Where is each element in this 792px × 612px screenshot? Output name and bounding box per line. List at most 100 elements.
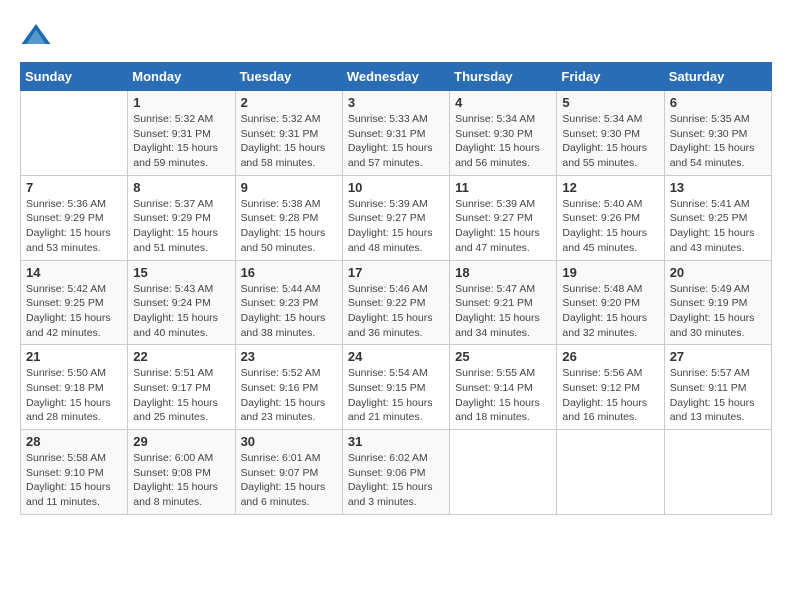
day-cell: 4Sunrise: 5:34 AM Sunset: 9:30 PM Daylig… xyxy=(450,91,557,176)
day-number: 12 xyxy=(562,180,658,195)
day-number: 23 xyxy=(241,349,337,364)
day-number: 5 xyxy=(562,95,658,110)
day-number: 14 xyxy=(26,265,122,280)
day-cell: 25 Sunrise: 5:55 AM Sunset: 9:14 PM Dayli… xyxy=(450,345,557,430)
day-cell: 28 Sunrise: 5:58 AM Sunset: 9:10 PM Dayli… xyxy=(21,430,128,515)
header-row: SundayMondayTuesdayWednesdayThursdayFrid… xyxy=(21,63,772,91)
day-info: Sunrise: 5:39 AM Sunset: 9:27 PM Dayligh… xyxy=(348,197,444,256)
day-cell: 30 Sunrise: 6:01 AM Sunset: 9:07 PM Dayli… xyxy=(235,430,342,515)
day-info: Sunrise: 5:34 AM Sunset: 9:30 PM Dayligh… xyxy=(562,112,658,171)
day-cell: 6 Sunrise: 5:35 AM Sunset: 9:30 PM Daylig… xyxy=(664,91,771,176)
header-cell-tuesday: Tuesday xyxy=(235,63,342,91)
day-info: Sunrise: 5:52 AM Sunset: 9:16 PM Dayligh… xyxy=(241,366,337,425)
day-cell: 13 Sunrise: 5:41 AM Sunset: 9:25 PM Dayli… xyxy=(664,175,771,260)
week-row-2: 14 Sunrise: 5:42 AM Sunset: 9:25 PM Dayli… xyxy=(21,260,772,345)
day-cell: 17 Sunrise: 5:46 AM Sunset: 9:22 PM Dayli… xyxy=(342,260,449,345)
day-number: 26 xyxy=(562,349,658,364)
week-row-1: 7 Sunrise: 5:36 AM Sunset: 9:29 PM Daylig… xyxy=(21,175,772,260)
day-cell: 24 Sunrise: 5:54 AM Sunset: 9:15 PM Dayli… xyxy=(342,345,449,430)
day-number: 2 xyxy=(241,95,337,110)
day-info: Sunrise: 6:02 AM Sunset: 9:06 PM Dayligh… xyxy=(348,451,444,510)
day-cell: 22Sunrise: 5:51 AM Sunset: 9:17 PM Dayli… xyxy=(128,345,235,430)
day-cell: 23 Sunrise: 5:52 AM Sunset: 9:16 PM Dayli… xyxy=(235,345,342,430)
header-cell-friday: Friday xyxy=(557,63,664,91)
day-info: Sunrise: 5:41 AM Sunset: 9:25 PM Dayligh… xyxy=(670,197,766,256)
calendar-header: SundayMondayTuesdayWednesdayThursdayFrid… xyxy=(21,63,772,91)
day-info: Sunrise: 5:46 AM Sunset: 9:22 PM Dayligh… xyxy=(348,282,444,341)
day-cell: 5 Sunrise: 5:34 AM Sunset: 9:30 PM Daylig… xyxy=(557,91,664,176)
header-cell-monday: Monday xyxy=(128,63,235,91)
day-info: Sunrise: 5:33 AM Sunset: 9:31 PM Dayligh… xyxy=(348,112,444,171)
day-info: Sunrise: 5:49 AM Sunset: 9:19 PM Dayligh… xyxy=(670,282,766,341)
day-cell: 18 Sunrise: 5:47 AM Sunset: 9:21 PM Dayli… xyxy=(450,260,557,345)
day-cell: 21 Sunrise: 5:50 AM Sunset: 9:18 PM Dayli… xyxy=(21,345,128,430)
day-info: Sunrise: 5:32 AM Sunset: 9:31 PM Dayligh… xyxy=(133,112,229,171)
day-info: Sunrise: 5:55 AM Sunset: 9:14 PM Dayligh… xyxy=(455,366,551,425)
header-cell-sunday: Sunday xyxy=(21,63,128,91)
day-number: 25 xyxy=(455,349,551,364)
day-info: Sunrise: 5:42 AM Sunset: 9:25 PM Dayligh… xyxy=(26,282,122,341)
day-info: Sunrise: 5:57 AM Sunset: 9:11 PM Dayligh… xyxy=(670,366,766,425)
day-number: 21 xyxy=(26,349,122,364)
day-cell xyxy=(557,430,664,515)
day-info: Sunrise: 6:01 AM Sunset: 9:07 PM Dayligh… xyxy=(241,451,337,510)
day-info: Sunrise: 5:38 AM Sunset: 9:28 PM Dayligh… xyxy=(241,197,337,256)
day-info: Sunrise: 5:44 AM Sunset: 9:23 PM Dayligh… xyxy=(241,282,337,341)
day-number: 29 xyxy=(133,434,229,449)
day-cell: 1Sunrise: 5:32 AM Sunset: 9:31 PM Daylig… xyxy=(128,91,235,176)
header-cell-wednesday: Wednesday xyxy=(342,63,449,91)
day-number: 16 xyxy=(241,265,337,280)
calendar-table: SundayMondayTuesdayWednesdayThursdayFrid… xyxy=(20,62,772,515)
header-cell-saturday: Saturday xyxy=(664,63,771,91)
day-number: 31 xyxy=(348,434,444,449)
day-number: 7 xyxy=(26,180,122,195)
logo xyxy=(20,20,56,52)
day-cell: 27 Sunrise: 5:57 AM Sunset: 9:11 PM Dayli… xyxy=(664,345,771,430)
day-number: 13 xyxy=(670,180,766,195)
day-number: 28 xyxy=(26,434,122,449)
day-number: 24 xyxy=(348,349,444,364)
day-number: 6 xyxy=(670,95,766,110)
day-number: 18 xyxy=(455,265,551,280)
day-info: Sunrise: 5:36 AM Sunset: 9:29 PM Dayligh… xyxy=(26,197,122,256)
day-info: Sunrise: 5:50 AM Sunset: 9:18 PM Dayligh… xyxy=(26,366,122,425)
day-info: Sunrise: 5:37 AM Sunset: 9:29 PM Dayligh… xyxy=(133,197,229,256)
day-number: 17 xyxy=(348,265,444,280)
day-cell: 20Sunrise: 5:49 AM Sunset: 9:19 PM Dayli… xyxy=(664,260,771,345)
day-cell: 15 Sunrise: 5:43 AM Sunset: 9:24 PM Dayli… xyxy=(128,260,235,345)
calendar-body: 1Sunrise: 5:32 AM Sunset: 9:31 PM Daylig… xyxy=(21,91,772,515)
day-number: 30 xyxy=(241,434,337,449)
day-number: 22 xyxy=(133,349,229,364)
day-number: 15 xyxy=(133,265,229,280)
day-info: Sunrise: 5:56 AM Sunset: 9:12 PM Dayligh… xyxy=(562,366,658,425)
day-number: 11 xyxy=(455,180,551,195)
day-info: Sunrise: 6:00 AM Sunset: 9:08 PM Dayligh… xyxy=(133,451,229,510)
day-info: Sunrise: 5:48 AM Sunset: 9:20 PM Dayligh… xyxy=(562,282,658,341)
day-info: Sunrise: 5:32 AM Sunset: 9:31 PM Dayligh… xyxy=(241,112,337,171)
day-info: Sunrise: 5:40 AM Sunset: 9:26 PM Dayligh… xyxy=(562,197,658,256)
day-number: 19 xyxy=(562,265,658,280)
week-row-3: 21 Sunrise: 5:50 AM Sunset: 9:18 PM Dayli… xyxy=(21,345,772,430)
day-info: Sunrise: 5:54 AM Sunset: 9:15 PM Dayligh… xyxy=(348,366,444,425)
day-info: Sunrise: 5:47 AM Sunset: 9:21 PM Dayligh… xyxy=(455,282,551,341)
day-cell: 7 Sunrise: 5:36 AM Sunset: 9:29 PM Daylig… xyxy=(21,175,128,260)
day-cell xyxy=(450,430,557,515)
page-header xyxy=(20,20,772,52)
day-info: Sunrise: 5:34 AM Sunset: 9:30 PM Dayligh… xyxy=(455,112,551,171)
day-cell: 11 Sunrise: 5:39 AM Sunset: 9:27 PM Dayli… xyxy=(450,175,557,260)
day-cell: 12 Sunrise: 5:40 AM Sunset: 9:26 PM Dayli… xyxy=(557,175,664,260)
day-info: Sunrise: 5:39 AM Sunset: 9:27 PM Dayligh… xyxy=(455,197,551,256)
day-cell: 8Sunrise: 5:37 AM Sunset: 9:29 PM Daylig… xyxy=(128,175,235,260)
day-number: 9 xyxy=(241,180,337,195)
day-cell: 10 Sunrise: 5:39 AM Sunset: 9:27 PM Dayli… xyxy=(342,175,449,260)
day-info: Sunrise: 5:58 AM Sunset: 9:10 PM Dayligh… xyxy=(26,451,122,510)
day-cell: 2 Sunrise: 5:32 AM Sunset: 9:31 PM Daylig… xyxy=(235,91,342,176)
day-number: 27 xyxy=(670,349,766,364)
week-row-4: 28 Sunrise: 5:58 AM Sunset: 9:10 PM Dayli… xyxy=(21,430,772,515)
logo-icon xyxy=(20,20,52,52)
day-number: 10 xyxy=(348,180,444,195)
day-info: Sunrise: 5:35 AM Sunset: 9:30 PM Dayligh… xyxy=(670,112,766,171)
day-info: Sunrise: 5:43 AM Sunset: 9:24 PM Dayligh… xyxy=(133,282,229,341)
week-row-0: 1Sunrise: 5:32 AM Sunset: 9:31 PM Daylig… xyxy=(21,91,772,176)
day-cell xyxy=(21,91,128,176)
